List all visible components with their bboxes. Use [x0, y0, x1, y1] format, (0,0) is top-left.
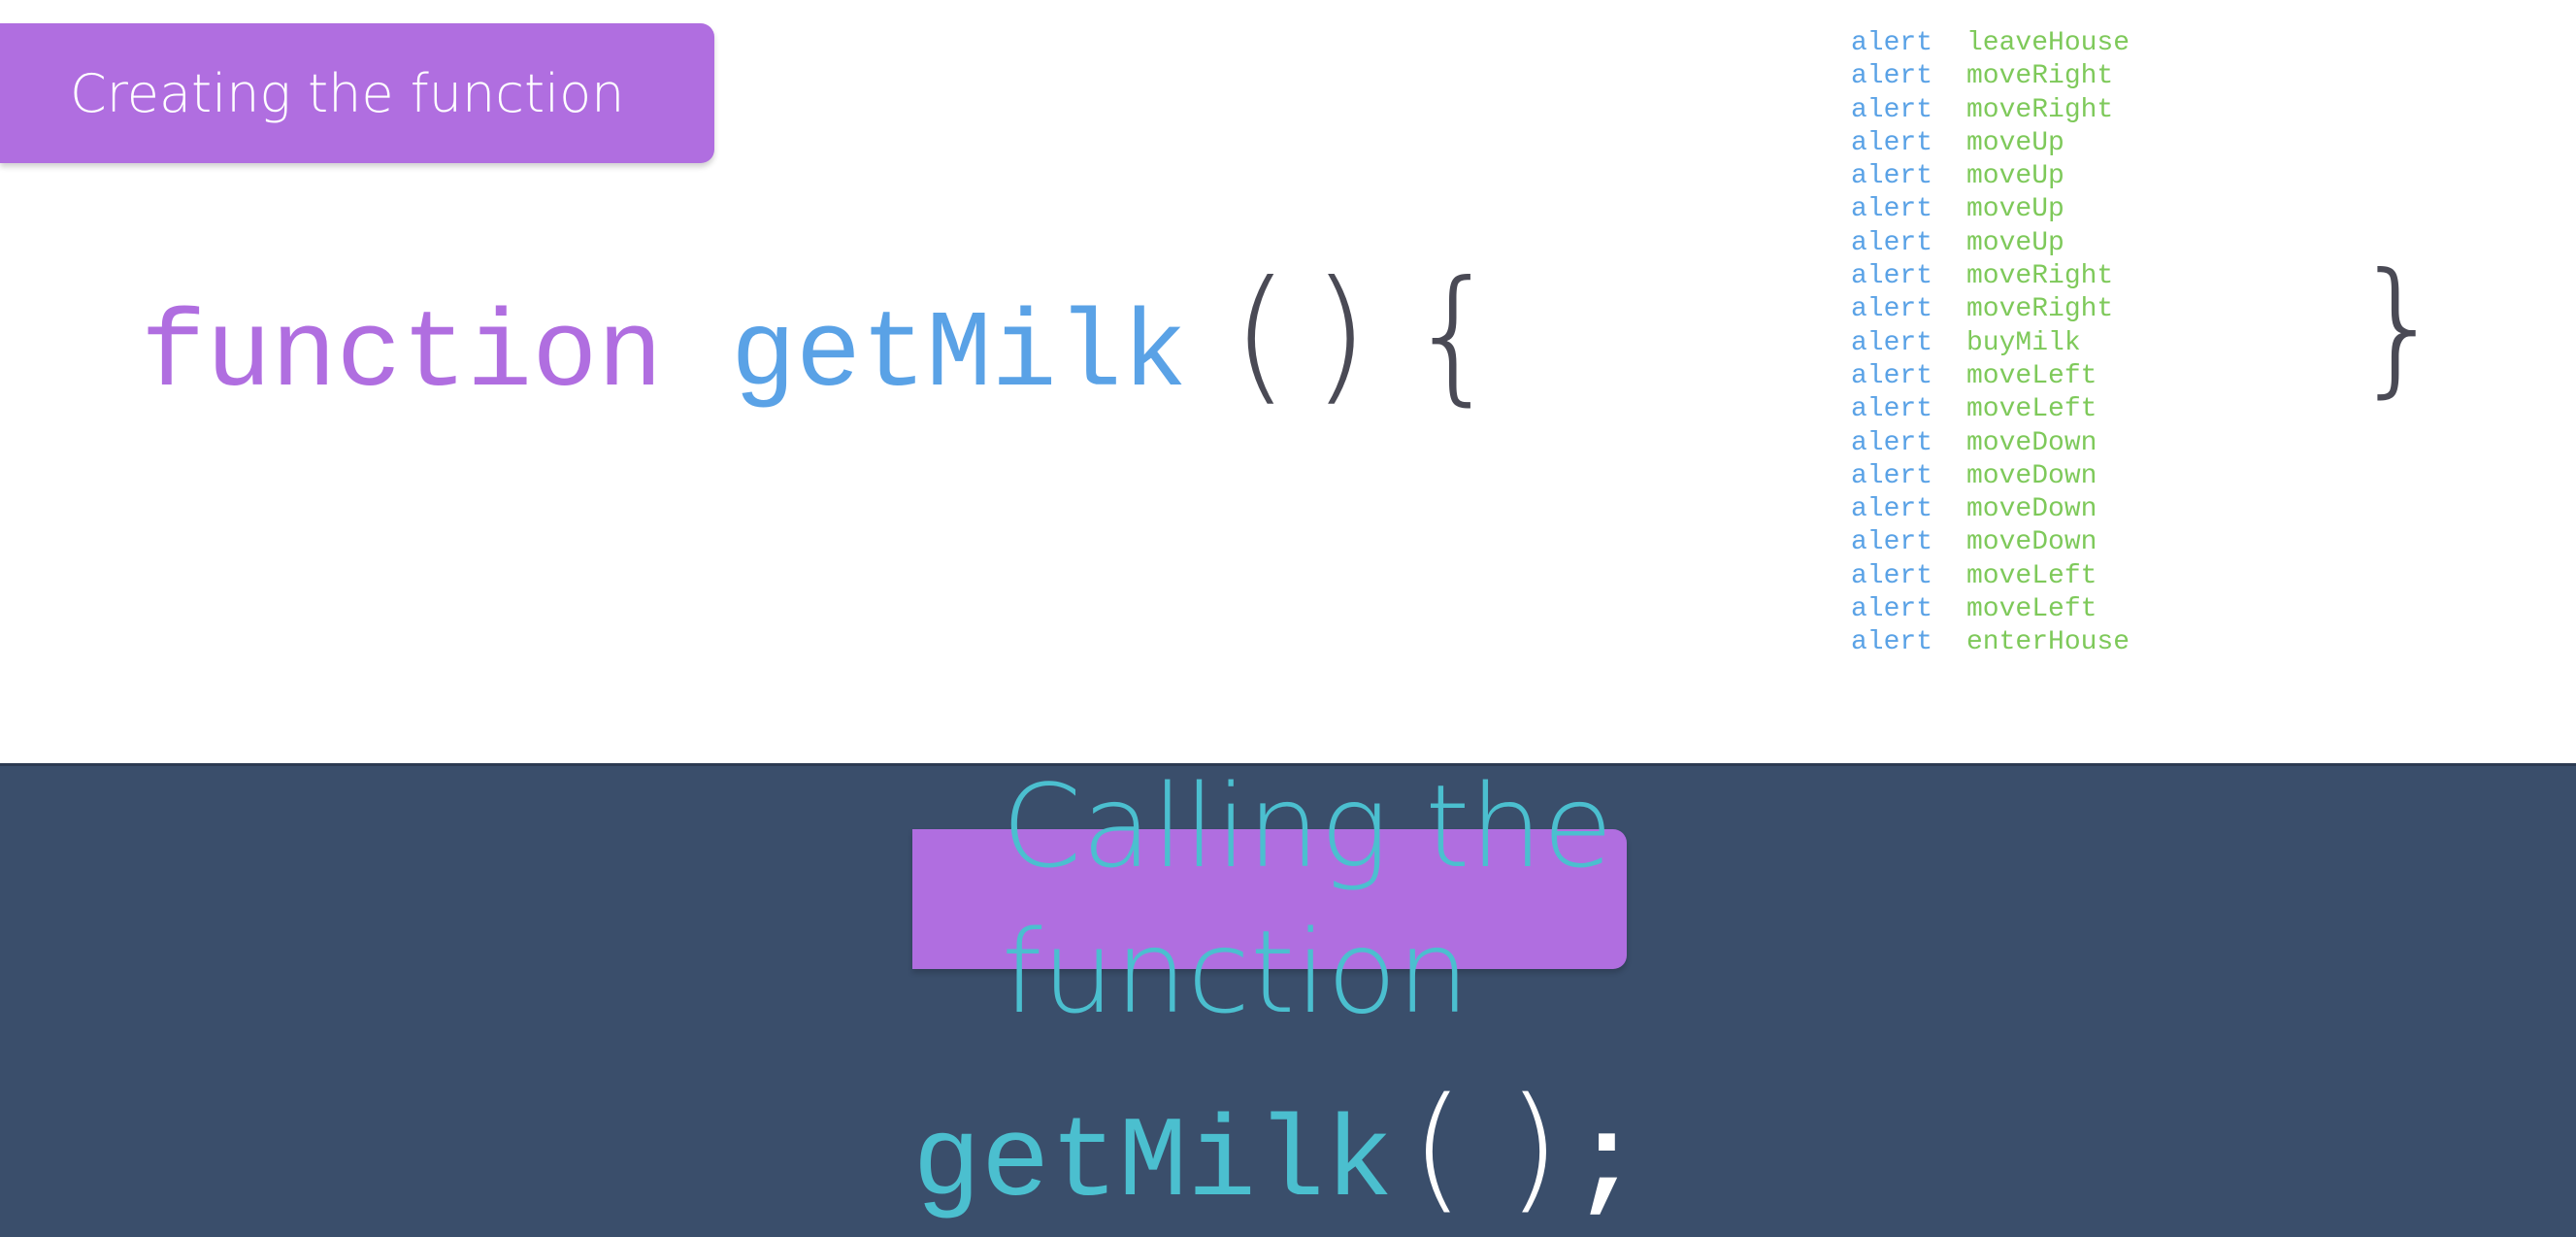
alert-line: alert moveUp: [1851, 227, 2130, 260]
alert-keyword: alert: [1851, 127, 1933, 158]
alert-line: alert moveRight: [1851, 293, 2130, 326]
alert-command: leaveHouse: [1966, 28, 2130, 58]
alert-line: alert moveDown: [1851, 493, 2130, 526]
alert-keyword: alert: [1851, 194, 1933, 225]
alert-line: alert moveDown: [1851, 526, 2130, 559]
alert-keyword: alert: [1851, 294, 1933, 325]
alert-line: alert moveRight: [1851, 60, 2130, 93]
alert-keyword: alert: [1851, 94, 1933, 125]
alert-keyword: alert: [1851, 460, 1933, 491]
alert-command: moveUp: [1966, 227, 2064, 258]
creating-label: Creating the function: [70, 62, 625, 124]
function-declaration: function getMilk(){: [141, 262, 1501, 429]
alert-line: alert moveUp: [1851, 160, 2130, 193]
function-body-alerts: alert leaveHouse alert moveRight alert moveRi…: [1851, 27, 2130, 660]
calling-label: Calling the function: [1002, 759, 1613, 1039]
alert-line: alert moveLeft: [1851, 593, 2130, 626]
call-semicolon: ;: [1571, 1100, 1641, 1229]
alert-command: moveUp: [1966, 161, 2064, 192]
alert-line: alert buyMilk: [1851, 327, 2130, 360]
alert-keyword: alert: [1851, 494, 1933, 525]
alert-command: moveDown: [1966, 494, 2097, 525]
alert-keyword: alert: [1851, 527, 1933, 558]
alert-line: alert moveUp: [1851, 193, 2130, 226]
alert-keyword: alert: [1851, 227, 1933, 258]
call-parens: ( ): [1410, 1069, 1561, 1227]
alert-command: moveUp: [1966, 127, 2064, 158]
alert-line: alert enterHouse: [1851, 626, 2130, 659]
function-keyword: function: [141, 294, 663, 418]
alert-command: buyMilk: [1966, 327, 2081, 358]
creating-section: Creating the function function getMilk (){…: [0, 0, 2576, 763]
alert-line: alert moveRight: [1851, 94, 2130, 127]
alert-line: alert moveDown: [1851, 427, 2130, 460]
alert-keyword: alert: [1851, 594, 1933, 625]
close-paren: ): [1311, 251, 1370, 419]
alert-command: enterHouse: [1966, 627, 2130, 658]
alert-keyword: alert: [1851, 560, 1933, 591]
creating-the-function-banner: Creating the function: [0, 23, 714, 163]
call-function-name: getMilk: [912, 1100, 1394, 1229]
alert-command: moveRight: [1966, 61, 2114, 92]
open-paren: (: [1232, 251, 1289, 419]
function-name: getMilk: [730, 294, 1188, 418]
alert-line: alert moveUp: [1851, 127, 2130, 160]
alert-command: moveRight: [1966, 261, 2114, 292]
alert-line: alert moveRight: [1851, 260, 2130, 293]
alert-keyword: alert: [1851, 28, 1933, 58]
calling-the-function-banner: Calling the function: [912, 759, 1627, 1039]
alert-keyword: alert: [1851, 327, 1933, 358]
alert-command: moveUp: [1966, 194, 2064, 225]
alert-command: moveLeft: [1966, 594, 2097, 625]
alert-command: moveRight: [1966, 94, 2114, 125]
alert-keyword: alert: [1851, 627, 1933, 658]
alert-command: moveDown: [1966, 527, 2097, 558]
alert-keyword: alert: [1851, 394, 1933, 425]
alert-command: moveLeft: [1966, 394, 2097, 425]
alert-keyword: alert: [1851, 161, 1933, 192]
alert-command: moveLeft: [1966, 360, 2097, 391]
alert-line: alert moveDown: [1851, 460, 2130, 493]
close-brace: }: [2353, 243, 2446, 412]
alert-command: moveDown: [1966, 460, 2097, 491]
alert-line: alert leaveHouse: [1851, 27, 2130, 60]
alert-command: moveLeft: [1966, 560, 2097, 591]
alert-line: alert moveLeft: [1851, 360, 2130, 393]
alert-line: alert moveLeft: [1851, 560, 2130, 593]
alert-keyword: alert: [1851, 61, 1933, 92]
alert-keyword: alert: [1851, 427, 1933, 458]
function-call: getMilk( );: [912, 1076, 1640, 1237]
alert-keyword: alert: [1851, 261, 1933, 292]
alert-line: alert moveLeft: [1851, 393, 2130, 426]
alert-command: moveRight: [1966, 294, 2114, 325]
open-brace: {: [1407, 251, 1501, 419]
alert-command: moveDown: [1966, 427, 2097, 458]
alert-keyword: alert: [1851, 360, 1933, 391]
